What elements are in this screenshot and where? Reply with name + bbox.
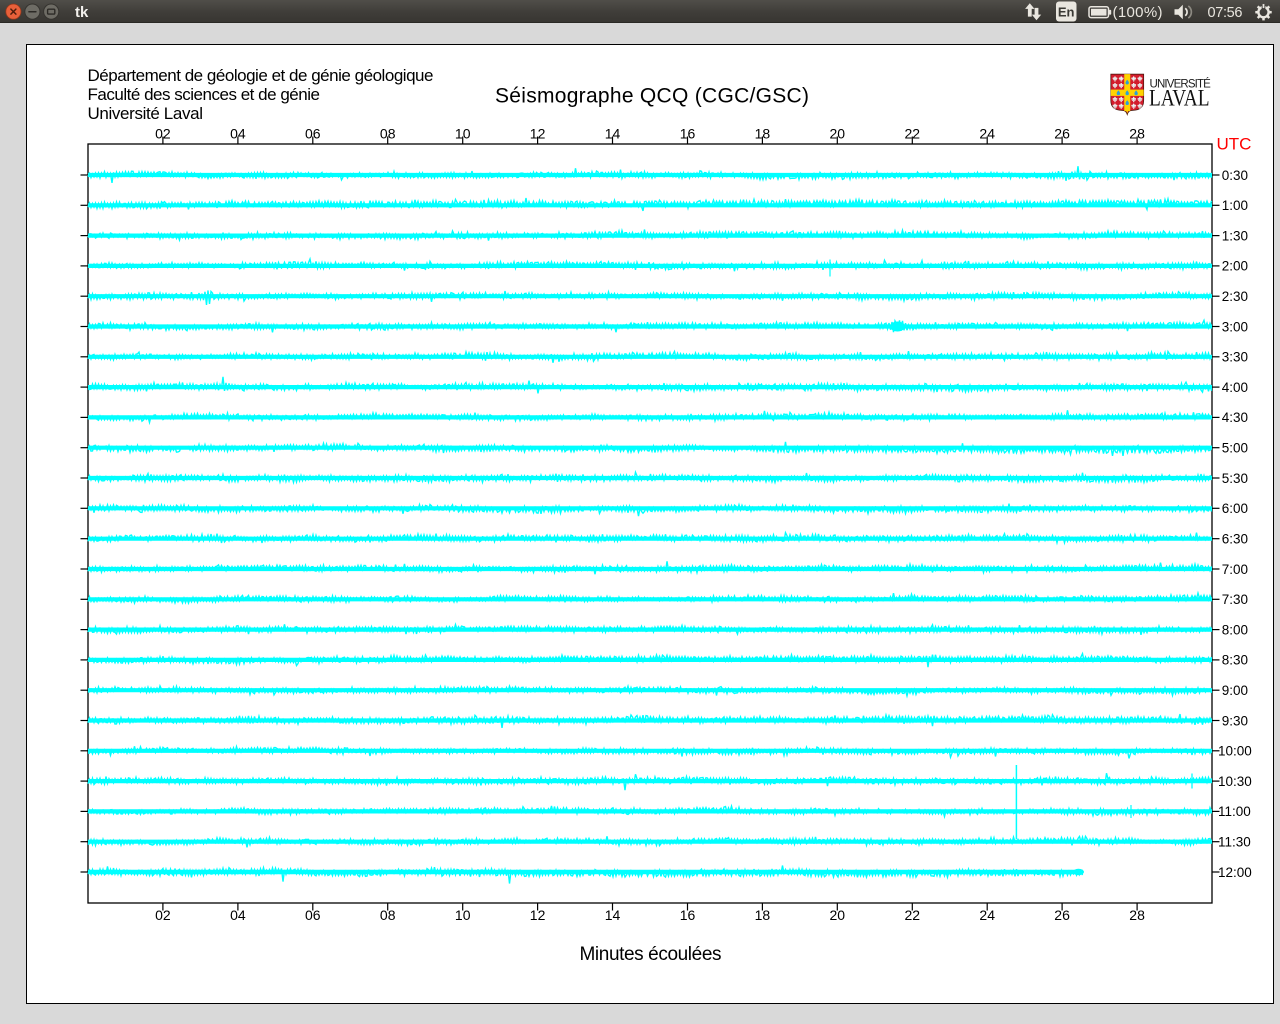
svg-text:3:00: 3:00 [1222,319,1248,334]
svg-text:UTC: UTC [1217,135,1252,154]
svg-text:9:00: 9:00 [1222,683,1248,698]
svg-text:5:00: 5:00 [1222,441,1248,456]
svg-text:22: 22 [905,126,921,142]
svg-text:08: 08 [380,907,396,923]
svg-text:3:30: 3:30 [1222,350,1248,365]
svg-text:1:00: 1:00 [1222,198,1248,213]
svg-text:18: 18 [755,907,771,923]
svg-text:18: 18 [755,126,771,142]
svg-text:20: 20 [830,126,846,142]
svg-text:10:00: 10:00 [1218,744,1252,759]
svg-text:4:30: 4:30 [1222,410,1248,425]
svg-text:2:00: 2:00 [1222,259,1248,274]
svg-text:16: 16 [680,907,696,923]
svg-text:7:30: 7:30 [1222,592,1248,607]
svg-text:14: 14 [605,907,621,923]
svg-text:26: 26 [1054,907,1070,923]
svg-text:Université Laval: Université Laval [88,104,204,123]
svg-text:4:00: 4:00 [1222,380,1248,395]
svg-text:28: 28 [1129,126,1145,142]
svg-text:11:30: 11:30 [1218,835,1251,850]
svg-text:06: 06 [305,126,321,142]
svg-text:2:30: 2:30 [1222,289,1248,304]
svg-text:06: 06 [305,907,321,923]
svg-text:Département de géologie et de: Département de géologie et de génie géol… [88,66,434,85]
svg-text:24: 24 [979,126,995,142]
svg-text:16: 16 [680,126,696,142]
svg-text:02: 02 [155,907,171,923]
svg-text:08: 08 [380,126,396,142]
svg-text:tk: tk [75,4,89,21]
svg-text:04: 04 [230,126,246,142]
svg-text:04: 04 [230,907,246,923]
svg-text:20: 20 [830,907,846,923]
svg-text:1:30: 1:30 [1222,228,1248,243]
svg-text:10: 10 [455,126,471,142]
svg-text:6:00: 6:00 [1222,501,1248,516]
svg-text:11:00: 11:00 [1218,804,1251,819]
svg-text:8:00: 8:00 [1222,622,1248,637]
svg-text:(100%): (100%) [1113,4,1163,21]
svg-text:10:30: 10:30 [1218,774,1252,789]
svg-text:24: 24 [979,907,995,923]
svg-text:22: 22 [905,907,921,923]
svg-text:10: 10 [455,907,471,923]
svg-text:02: 02 [155,126,171,142]
svg-text:28: 28 [1129,907,1145,923]
svg-text:Minutes écoulées: Minutes écoulées [580,944,722,965]
svg-text:26: 26 [1054,126,1070,142]
svg-text:6:30: 6:30 [1222,532,1248,547]
svg-text:En: En [1058,4,1075,19]
svg-text:Faculté des sciences et de gén: Faculté des sciences et de génie [88,85,321,104]
svg-text:12:00: 12:00 [1218,865,1252,880]
svg-text:12: 12 [530,907,546,923]
svg-text:Séismographe QCQ (CGC/GSC): Séismographe QCQ (CGC/GSC) [495,85,809,108]
svg-text:12: 12 [530,126,546,142]
svg-text:8:30: 8:30 [1222,653,1248,668]
svg-text:5:30: 5:30 [1222,471,1248,486]
svg-text:LAVAL: LAVAL [1149,86,1210,111]
svg-text:7:00: 7:00 [1222,562,1248,577]
svg-text:14: 14 [605,126,621,142]
svg-text:07:56: 07:56 [1208,5,1243,21]
svg-text:9:30: 9:30 [1222,713,1248,728]
svg-text:0:30: 0:30 [1222,168,1248,183]
